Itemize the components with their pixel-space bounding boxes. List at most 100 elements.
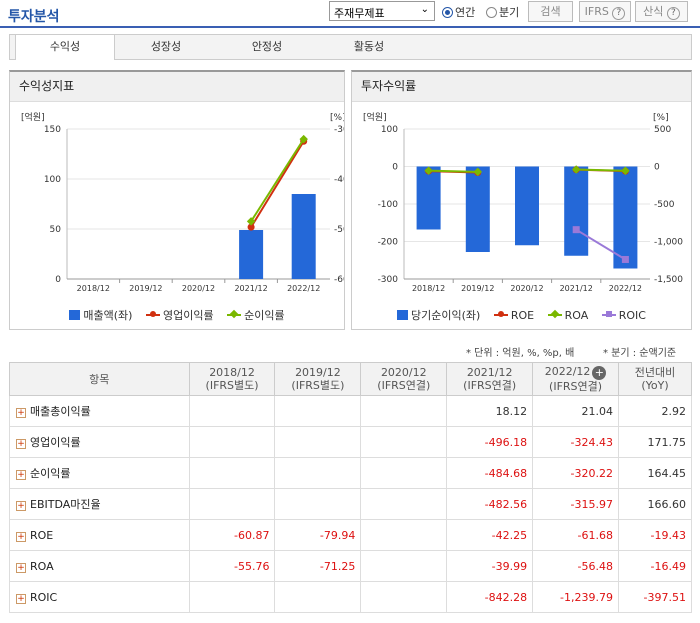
table-cell [274,395,362,427]
table-row: + 순이익률 -484.68 -320.22 164.45 [9,457,692,489]
bar-2022/12 [613,166,638,269]
radio-unchecked-icon [486,7,497,18]
tab-profitability[interactable]: 수익성 [15,35,115,60]
legend-label: 영업이익률 [162,309,214,322]
table-cell [360,550,448,582]
table-cell: -324.43 [532,426,620,458]
y-right-unit: [%] [653,113,669,123]
search-button[interactable]: 검색 [528,1,573,22]
table-cell: -397.51 [618,581,692,613]
col-year: 2019/12 [295,366,341,379]
statement-select-value: 주재무제표 [334,7,385,20]
quarter-note: * 분기 : 순액기준 [603,348,677,359]
data-point [572,226,580,234]
row-label[interactable]: + 순이익률 [9,457,190,489]
bar-swatch-icon [397,310,409,320]
ifrs-label: IFRS [584,5,609,18]
legend-item[interactable]: ROA [547,309,588,322]
legend-item[interactable]: 매출액(좌) [69,309,132,322]
table-row: + EBITDA마진율 -482.56 -315.97 166.60 [9,488,692,520]
x-tick-label: 2018/12 [77,284,110,293]
y-left-tick: 100 [44,175,61,185]
y-right-tick: -500 [334,225,344,235]
table-cell: -320.22 [532,457,620,489]
data-point [621,255,629,263]
table-cell [360,426,448,458]
add-column-icon[interactable]: + [592,366,607,380]
row-label[interactable]: + ROIC [9,581,190,613]
formula-label: 산식 [643,5,664,18]
line-diamond-swatch-icon [547,314,562,316]
col-basis: (IFRS별도) [291,379,345,392]
y-left-tick: 150 [44,125,61,135]
profitability-chart-panel: 수익성지표 [억원] [%] 0 50 100 150 -600 -500 -400 -300… [9,70,345,330]
y-right-unit: [%] [330,113,344,123]
table-cell [188,581,276,613]
bar-2018/12 [416,166,441,230]
y-right-tick: -400 [334,175,344,185]
col-header: 2019/12 (IFRS별도) [274,362,362,396]
table-cell: 21.04 [532,395,620,427]
col-header: 2018/12 (IFRS별도) [188,362,276,396]
col-yoy-title: 전년대비 [634,366,676,379]
col-yoy-sub: (YoY) [641,379,669,392]
profitability-table: 항목 2018/12 (IFRS별도) 2019/12 (IFRS별도) 2020/… [9,362,692,613]
expand-plus-icon[interactable]: + [16,593,26,604]
expand-plus-icon[interactable]: + [16,531,26,542]
col-header: 2021/12 (IFRS연결) [446,362,534,396]
table-cell: 164.45 [618,457,692,489]
legend-item[interactable]: ROIC [601,309,646,322]
table-cell [274,426,362,458]
table-cell: -56.48 [532,550,620,582]
expand-plus-icon[interactable]: + [16,562,26,573]
col-header-yoy: 전년대비 (YoY) [618,362,692,396]
page-title: 투자분석 [8,9,60,25]
row-label-text: 영업이익률 [30,436,81,449]
bar-2022/12 [291,194,316,279]
legend-item[interactable]: 영업이익률 [145,309,214,322]
table-cell: 2.92 [618,395,692,427]
legend-label: 순이익률 [244,309,285,322]
formula-help-button[interactable]: 산식 ? [635,1,688,22]
tab-activity[interactable]: 활동성 [319,35,419,59]
row-label[interactable]: + ROA [9,550,190,582]
expand-plus-icon[interactable]: + [16,501,26,511]
y-right-tick: 500 [654,125,671,135]
y-left-unit: [억원] [363,111,387,123]
y-left-tick: 0 [392,163,398,173]
table-cell: -484.68 [446,457,534,489]
tab-stability[interactable]: 안정성 [217,35,317,59]
table-cell [360,581,448,613]
row-label[interactable]: + ROE [9,519,190,551]
table-cell [360,395,448,427]
legend-item[interactable]: 당기순이익(좌) [397,309,480,322]
radio-annual[interactable]: 연간 [442,4,475,20]
chart-legend: 매출액(좌) 영업이익률 순이익률 [10,307,344,323]
row-label[interactable]: + 영업이익률 [9,426,190,458]
col-year: 2021/12 [466,366,513,379]
x-tick-label: 2022/12 [287,284,320,293]
chart-legend: 당기순이익(좌) ROE ROA ROIC [352,307,691,323]
row-label[interactable]: + EBITDA마진율 [9,488,190,520]
ifrs-help-button[interactable]: IFRS ? [579,1,631,22]
panel-title: 투자수익률 [352,72,691,102]
line-dot-swatch-icon [145,311,160,317]
x-tick-label: 2021/12 [234,284,267,293]
radio-quarter-label: 분기 [499,6,520,19]
radio-quarter[interactable]: 분기 [486,4,519,20]
y-left-tick: -100 [378,200,399,210]
statement-select[interactable]: 주재무제표 ⌄ [329,1,435,21]
bar-2019/12 [465,166,490,252]
col-basis: (IFRS별도) [205,379,259,392]
series-line [576,168,626,172]
legend-item[interactable]: 순이익률 [227,309,285,322]
tab-growth[interactable]: 성장성 [116,35,216,59]
row-label[interactable]: + 매출총이익률 [9,395,190,427]
expand-plus-icon[interactable]: + [16,470,26,480]
legend-item[interactable]: ROE [493,309,534,322]
table-row: + ROA -55.76 -71.25 -39.99 -56.48 -16.49 [9,550,692,582]
expand-plus-icon[interactable]: + [16,408,26,418]
expand-plus-icon[interactable]: + [16,439,26,449]
table-cell: 166.60 [618,488,692,520]
y-right-tick: -1,000 [654,238,683,248]
